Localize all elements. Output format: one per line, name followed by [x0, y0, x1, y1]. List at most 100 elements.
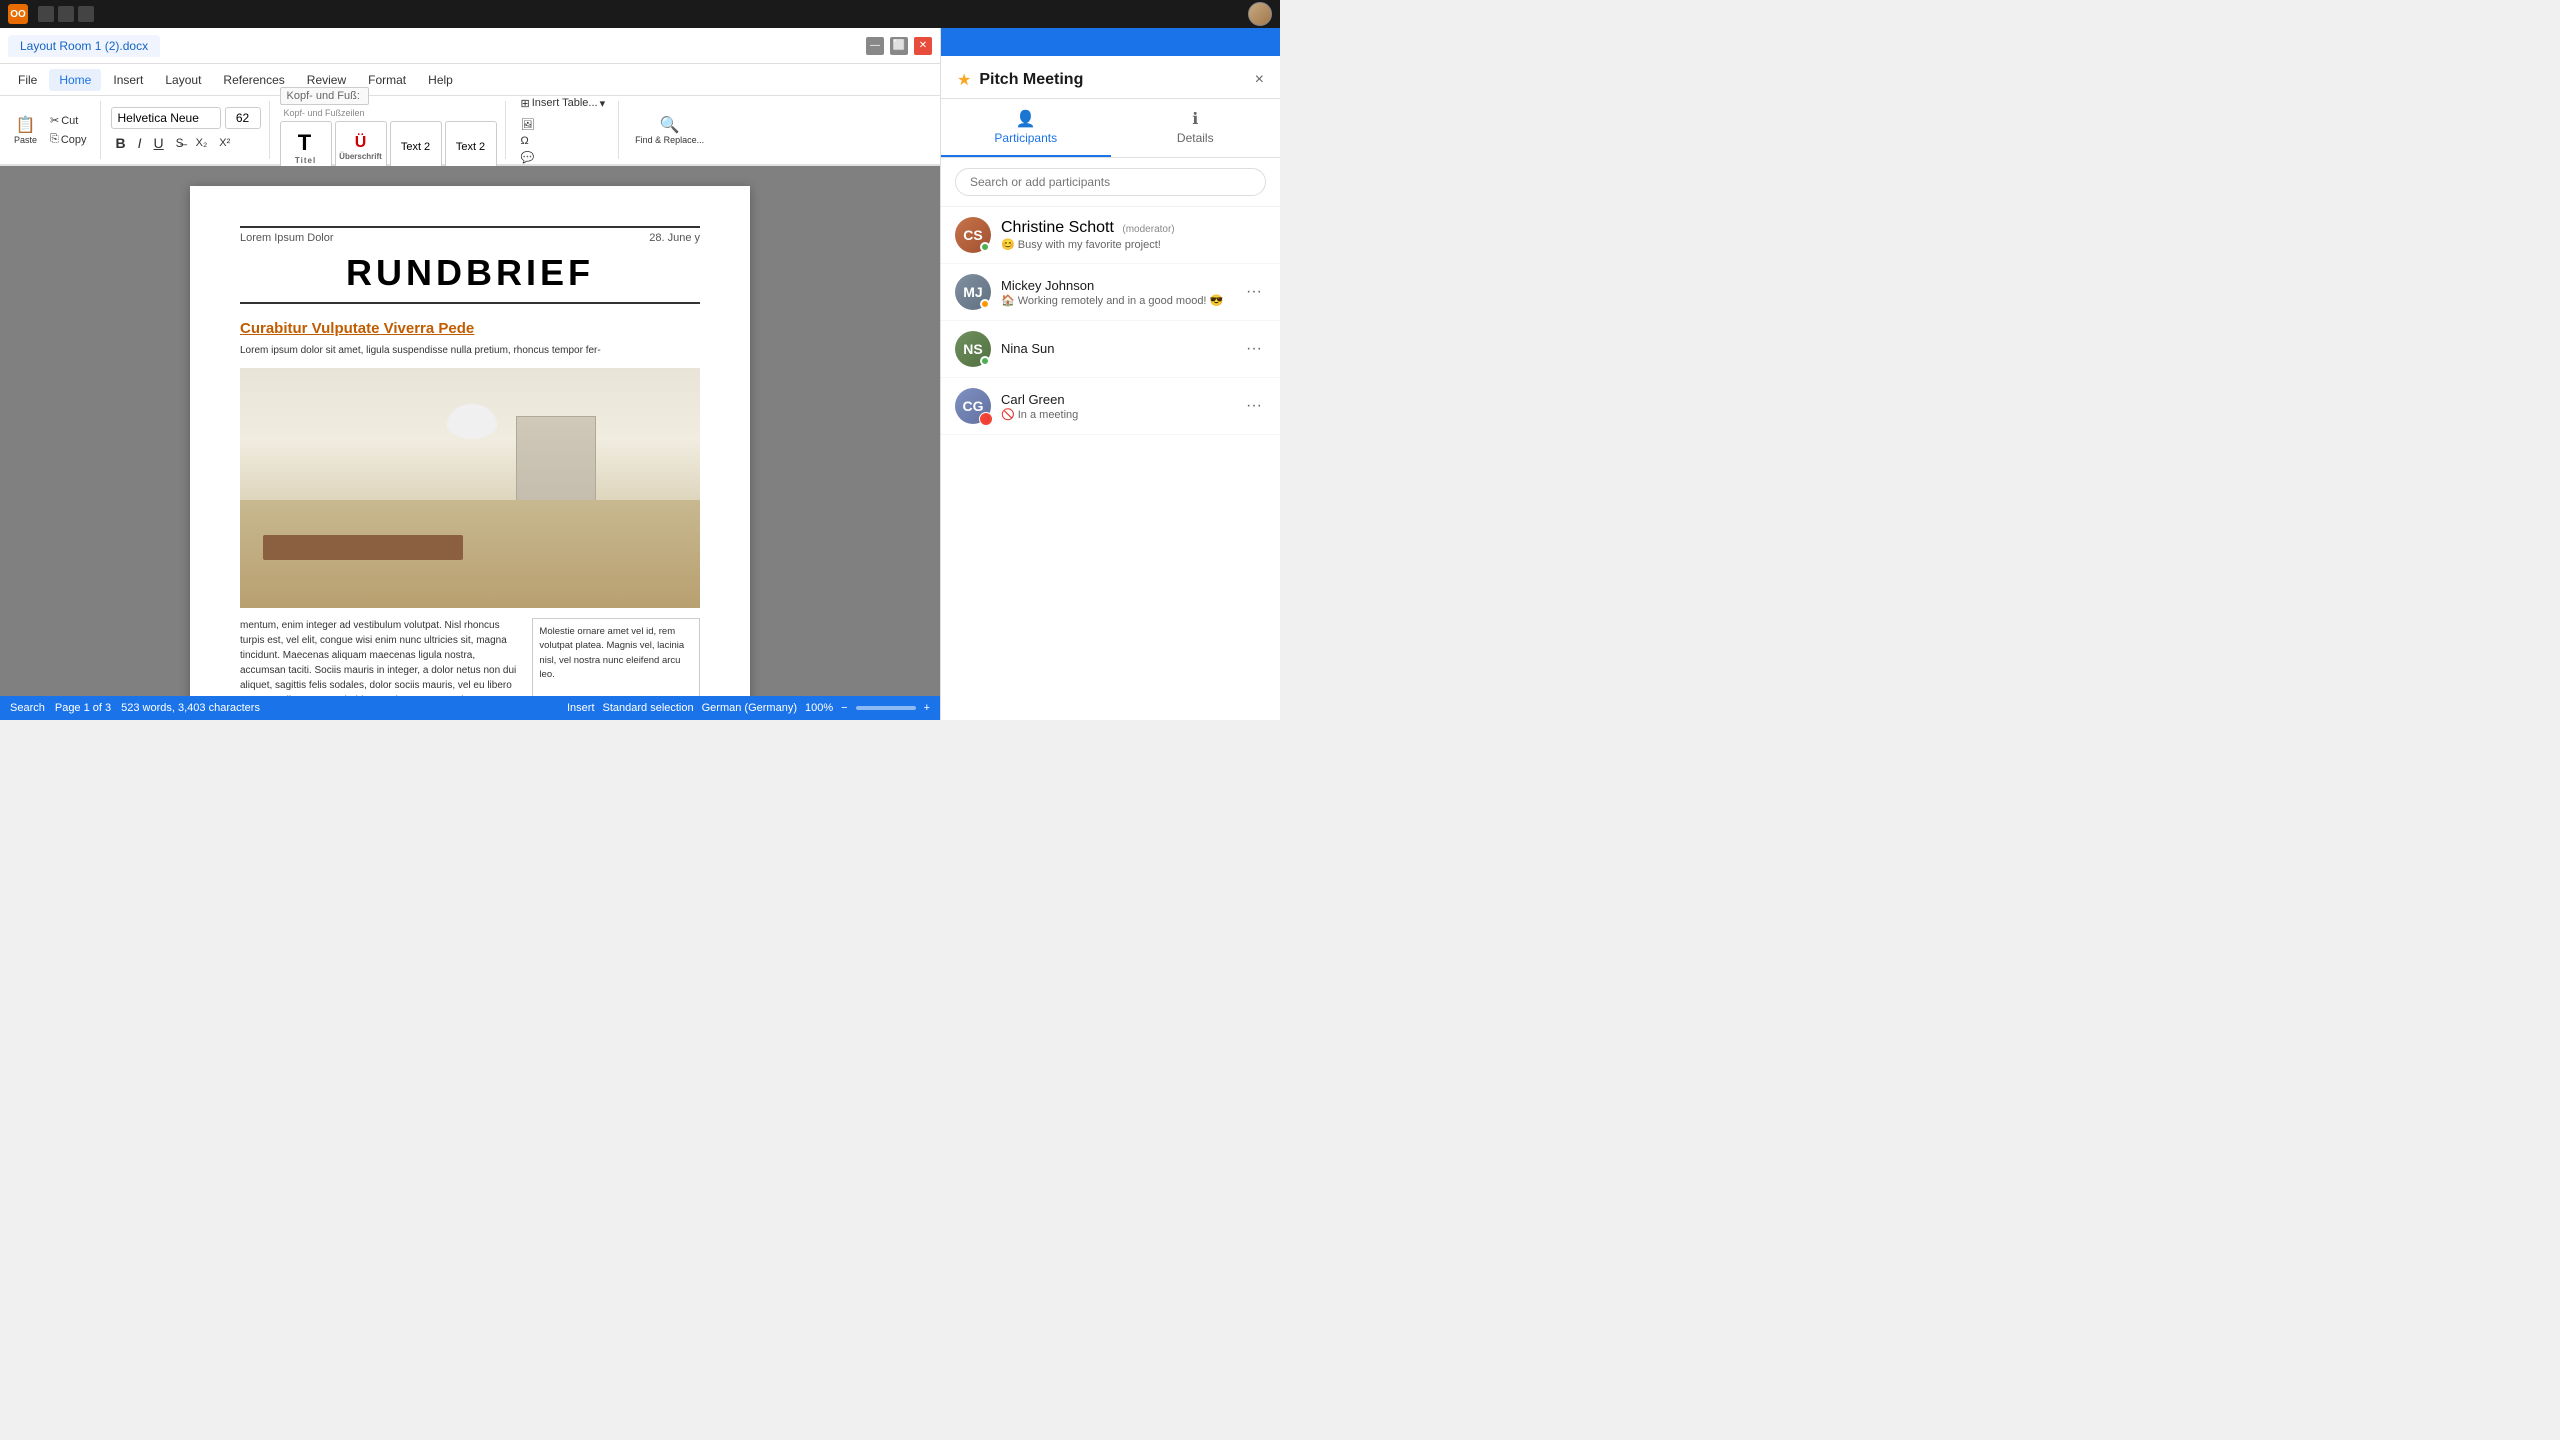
kitchen-lamp — [447, 404, 497, 439]
ribbon: 📋 Paste ✂ Cut ⎘ Copy — [0, 96, 940, 166]
moderator-badge-christine: (moderator) — [1122, 224, 1174, 235]
dropdown-arrow-icon: ▾ — [600, 97, 606, 110]
participant-status-christine: 😊 Busy with my favorite project! — [1001, 238, 1266, 251]
tile-title-label: Titel — [295, 156, 316, 165]
omega-icon: Ω — [521, 135, 529, 147]
status-dot-christine — [980, 242, 990, 252]
details-tab-label: Details — [1177, 131, 1214, 145]
paste-buttons: 📋 Paste ✂ Cut ⎘ Copy — [8, 112, 92, 148]
sys-icon-1 — [38, 6, 54, 22]
tile-ubers-text: Ü — [355, 134, 367, 152]
font-controls — [111, 107, 261, 129]
zoom-plus-icon[interactable]: + — [924, 702, 930, 714]
participant-avatar-carl: CG 🚫 — [955, 388, 991, 424]
menu-layout[interactable]: Layout — [155, 69, 211, 91]
participant-item-mickey[interactable]: MJ Mickey Johnson 🏠 Working remotely and… — [941, 264, 1280, 321]
participants-list: CS Christine Schott (moderator) 😊 Busy w… — [941, 207, 1280, 720]
participant-item-nina[interactable]: NS Nina Sun ··· — [941, 321, 1280, 378]
zoom-slider[interactable] — [856, 706, 916, 710]
font-size-input[interactable] — [225, 107, 261, 129]
minimize-button[interactable]: — — [866, 37, 884, 55]
christine-name: Christine Schott — [1001, 219, 1114, 236]
participant-info-christine: Christine Schott (moderator) 😊 Busy with… — [1001, 219, 1266, 251]
subscript-button[interactable]: X₂ — [191, 135, 213, 151]
kopf-style-block: Kopf- und Fuß: Kopf- und Fußzeilen — [280, 87, 369, 119]
participant-more-nina[interactable]: ··· — [1242, 336, 1266, 362]
sys-icon-3 — [78, 6, 94, 22]
text-format-buttons: B I U S̶ X₂ X² — [111, 133, 236, 153]
tab-participants[interactable]: 👤 Participants — [941, 99, 1111, 157]
ribbon-group-paste: 📋 Paste ✂ Cut ⎘ Copy — [8, 101, 101, 159]
participant-name-christine: Christine Schott (moderator) — [1001, 219, 1266, 237]
participant-item-carl[interactable]: CG 🚫 Carl Green 🚫 In a meeting ··· — [941, 378, 1280, 435]
doc-header-left: Lorem Ipsum Dolor — [240, 232, 334, 244]
menu-home[interactable]: Home — [49, 69, 101, 91]
doc-image — [240, 368, 700, 608]
language-label[interactable]: German (Germany) — [702, 702, 797, 714]
paste-label: Paste — [14, 135, 37, 145]
insert-table-button[interactable]: ⊞ Insert Table... ▾ — [516, 95, 611, 112]
font-selector — [111, 107, 261, 129]
kopf-sub-label: Kopf- und Fußzeilen — [280, 107, 369, 119]
cut-button[interactable]: ✂ Cut — [45, 112, 92, 129]
participant-more-mickey[interactable]: ··· — [1242, 279, 1266, 305]
comment-icon: 💬 — [521, 151, 535, 164]
status-right: Insert Standard selection German (German… — [567, 702, 930, 714]
participant-name-nina: Nina Sun — [1001, 341, 1232, 356]
underline-button[interactable]: U — [149, 133, 169, 153]
paste-icon: 📋 — [16, 115, 36, 135]
zoom-minus-icon[interactable]: − — [841, 702, 847, 714]
ribbon-group-find: 🔍 Find & Replace... — [629, 101, 718, 159]
cut-label: Cut — [61, 115, 78, 127]
word-count: 523 words, 3,403 characters — [121, 702, 260, 714]
participant-status-carl: 🚫 In a meeting — [1001, 408, 1232, 421]
ribbon-group-styles: Kopf- und Fuß: Kopf- und Fußzeilen T Tit… — [280, 101, 506, 159]
doc-intro: Lorem ipsum dolor sit amet, ligula suspe… — [240, 343, 700, 358]
participants-tab-icon: 👤 — [1016, 109, 1036, 129]
details-tab-icon: ℹ — [1192, 109, 1198, 129]
document-tab-active[interactable]: Layout Room 1 (2).docx — [8, 35, 160, 57]
tab-details[interactable]: ℹ Details — [1111, 99, 1281, 157]
table-icon: ⊞ — [521, 97, 530, 110]
search-participants-input[interactable] — [955, 168, 1266, 196]
superscript-button[interactable]: X² — [214, 135, 235, 151]
scissors-icon: ✂ — [50, 114, 59, 127]
insert-symbol-button[interactable]: Ω — [516, 133, 534, 149]
system-bar: OO — [0, 0, 1280, 28]
search-label[interactable]: Search — [10, 702, 45, 714]
ribbon-group-font: B I U S̶ X₂ X² — [111, 101, 270, 159]
participant-item-christine[interactable]: CS Christine Schott (moderator) 😊 Busy w… — [941, 207, 1280, 264]
paste-button[interactable]: 📋 Paste — [8, 112, 43, 148]
maximize-button[interactable]: ⬜ — [890, 37, 908, 55]
document-area[interactable]: Lorem Ipsum Dolor 28. June y RUNDBRIEF C… — [0, 166, 940, 696]
participant-more-carl[interactable]: ··· — [1242, 393, 1266, 419]
document-tabs: Layout Room 1 (2).docx — [8, 35, 858, 57]
title-bar: Layout Room 1 (2).docx — ⬜ ✕ — [0, 28, 940, 64]
sidebar-close-button[interactable]: × — [1255, 71, 1264, 89]
app-logo: OO — [8, 4, 28, 24]
user-avatar-system[interactable] — [1248, 2, 1272, 26]
ribbon-group-insert: ⊞ Insert Table... ▾ 🖼 Ω 💬 — [516, 101, 620, 159]
menu-file[interactable]: File — [8, 69, 47, 91]
sys-icon-2 — [58, 6, 74, 22]
close-button[interactable]: ✕ — [914, 37, 932, 55]
insert-comment-button[interactable]: 💬 — [516, 149, 540, 166]
doc-header: Lorem Ipsum Dolor 28. June y — [240, 226, 700, 244]
main-container: Layout Room 1 (2).docx — ⬜ ✕ File Home I… — [0, 28, 1280, 720]
copy-button[interactable]: ⎘ Copy — [45, 131, 92, 148]
insert-image-button[interactable]: 🖼 — [516, 116, 540, 133]
copy-icon: ⎘ — [50, 133, 59, 146]
menu-bar: File Home Insert Layout References Revie… — [0, 64, 940, 96]
bold-button[interactable]: B — [111, 133, 131, 153]
participant-info-nina: Nina Sun — [1001, 341, 1232, 357]
search-participants-area — [941, 158, 1280, 207]
font-name-input[interactable] — [111, 107, 221, 129]
system-bar-right — [1248, 2, 1272, 26]
strikethrough-button[interactable]: S̶ — [171, 134, 189, 152]
menu-insert[interactable]: Insert — [103, 69, 153, 91]
page-info: Page 1 of 3 — [55, 702, 111, 714]
status-dot-mickey — [980, 299, 990, 309]
menu-help[interactable]: Help — [418, 69, 463, 91]
find-replace-button[interactable]: 🔍 Find & Replace... — [629, 112, 710, 148]
italic-button[interactable]: I — [133, 133, 147, 153]
